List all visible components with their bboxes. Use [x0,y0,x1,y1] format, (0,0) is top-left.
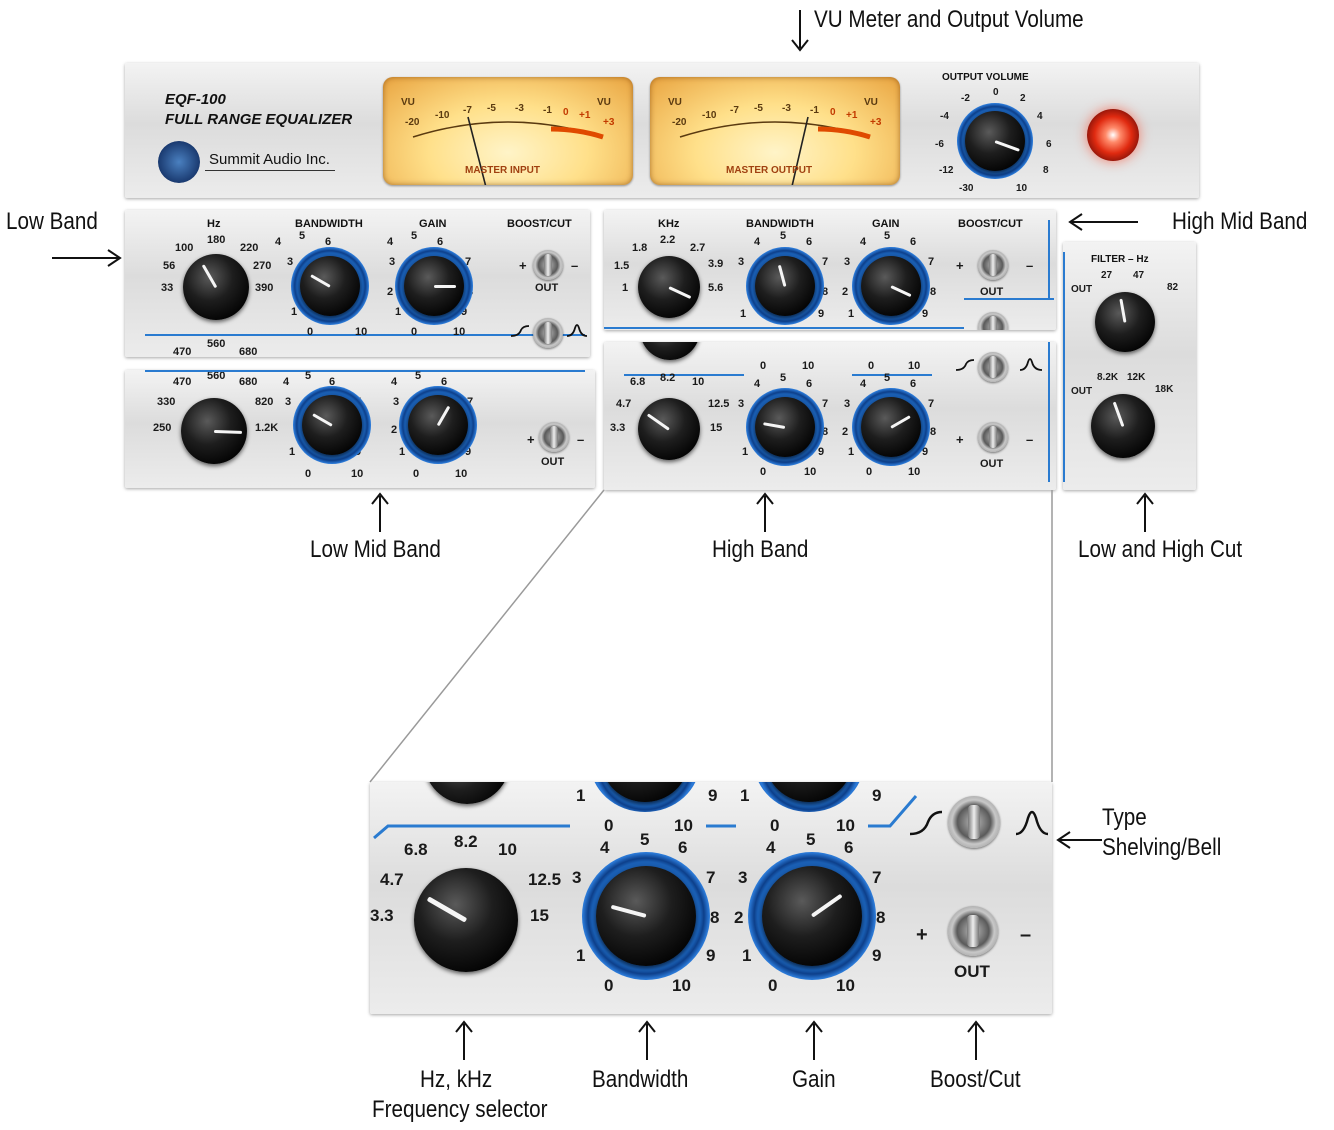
callout-freq: Hz, kHz [420,1066,493,1093]
bw-tick: 10 [672,976,691,995]
gain-tick: 6 [844,838,854,857]
bw-tick: 3 [572,868,582,887]
gain-tick: 7 [872,868,882,887]
callout-boost-cut: Boost/Cut [930,1066,1021,1093]
zoom-boost-cut-toggle[interactable] [948,906,998,956]
zoom-detail-panel: 1 9 1 9 0 10 0 10 8.2 6.8 10 4.7 12.5 3.… [370,782,1052,1014]
minus-label: – [1020,924,1032,946]
arrow-up-icon [638,1020,656,1060]
bw-tick: 9 [706,946,716,965]
arrow-up-icon [805,1020,823,1060]
bw-tick: 8 [710,908,720,927]
bw-tick: 6 [678,838,688,857]
plus-label: + [916,924,928,946]
callout-freq-sub: Frequency selector [372,1096,548,1123]
gain-tick: 9 [872,946,882,965]
bw-tick: 5 [640,830,650,849]
gain-tick: 5 [806,830,816,849]
out-label: OUT [954,962,990,981]
arrow-up-icon [967,1020,985,1060]
bw-tick: 0 [604,976,614,995]
zoom-bandwidth-knob[interactable] [596,866,696,966]
freq-tick: 12.5 [528,870,562,889]
freq-tick: 15 [530,906,549,925]
callout-type: Type [1102,804,1147,831]
gain-tick: 0 [768,976,778,995]
gain-tick: 8 [876,908,886,927]
freq-tick: 8.2 [454,832,478,851]
freq-tick: 4.7 [380,870,404,889]
zoom-type-toggle[interactable] [948,796,1000,848]
arrow-up-icon [455,1020,473,1060]
gain-tick: 10 [836,976,855,995]
freq-tick: 6.8 [404,840,428,859]
gain-tick: 4 [766,838,776,857]
callout-bandwidth: Bandwidth [592,1066,689,1093]
gain-tick: 2 [734,908,744,927]
zoom-freq-knob[interactable] [414,868,518,972]
gain-tick: 1 [742,946,752,965]
bw-tick: 1 [576,946,586,965]
bw-tick: 7 [706,868,716,887]
zoom-gain-knob[interactable] [762,866,862,966]
callout-gain: Gain [792,1066,836,1093]
bw-tick: 4 [600,838,610,857]
freq-tick: 10 [498,840,517,859]
gain-tick: 3 [738,868,748,887]
freq-tick: 3.3 [370,906,394,925]
callout-type-sub: Shelving/Bell [1102,834,1222,861]
arrow-left-icon [1056,831,1102,849]
